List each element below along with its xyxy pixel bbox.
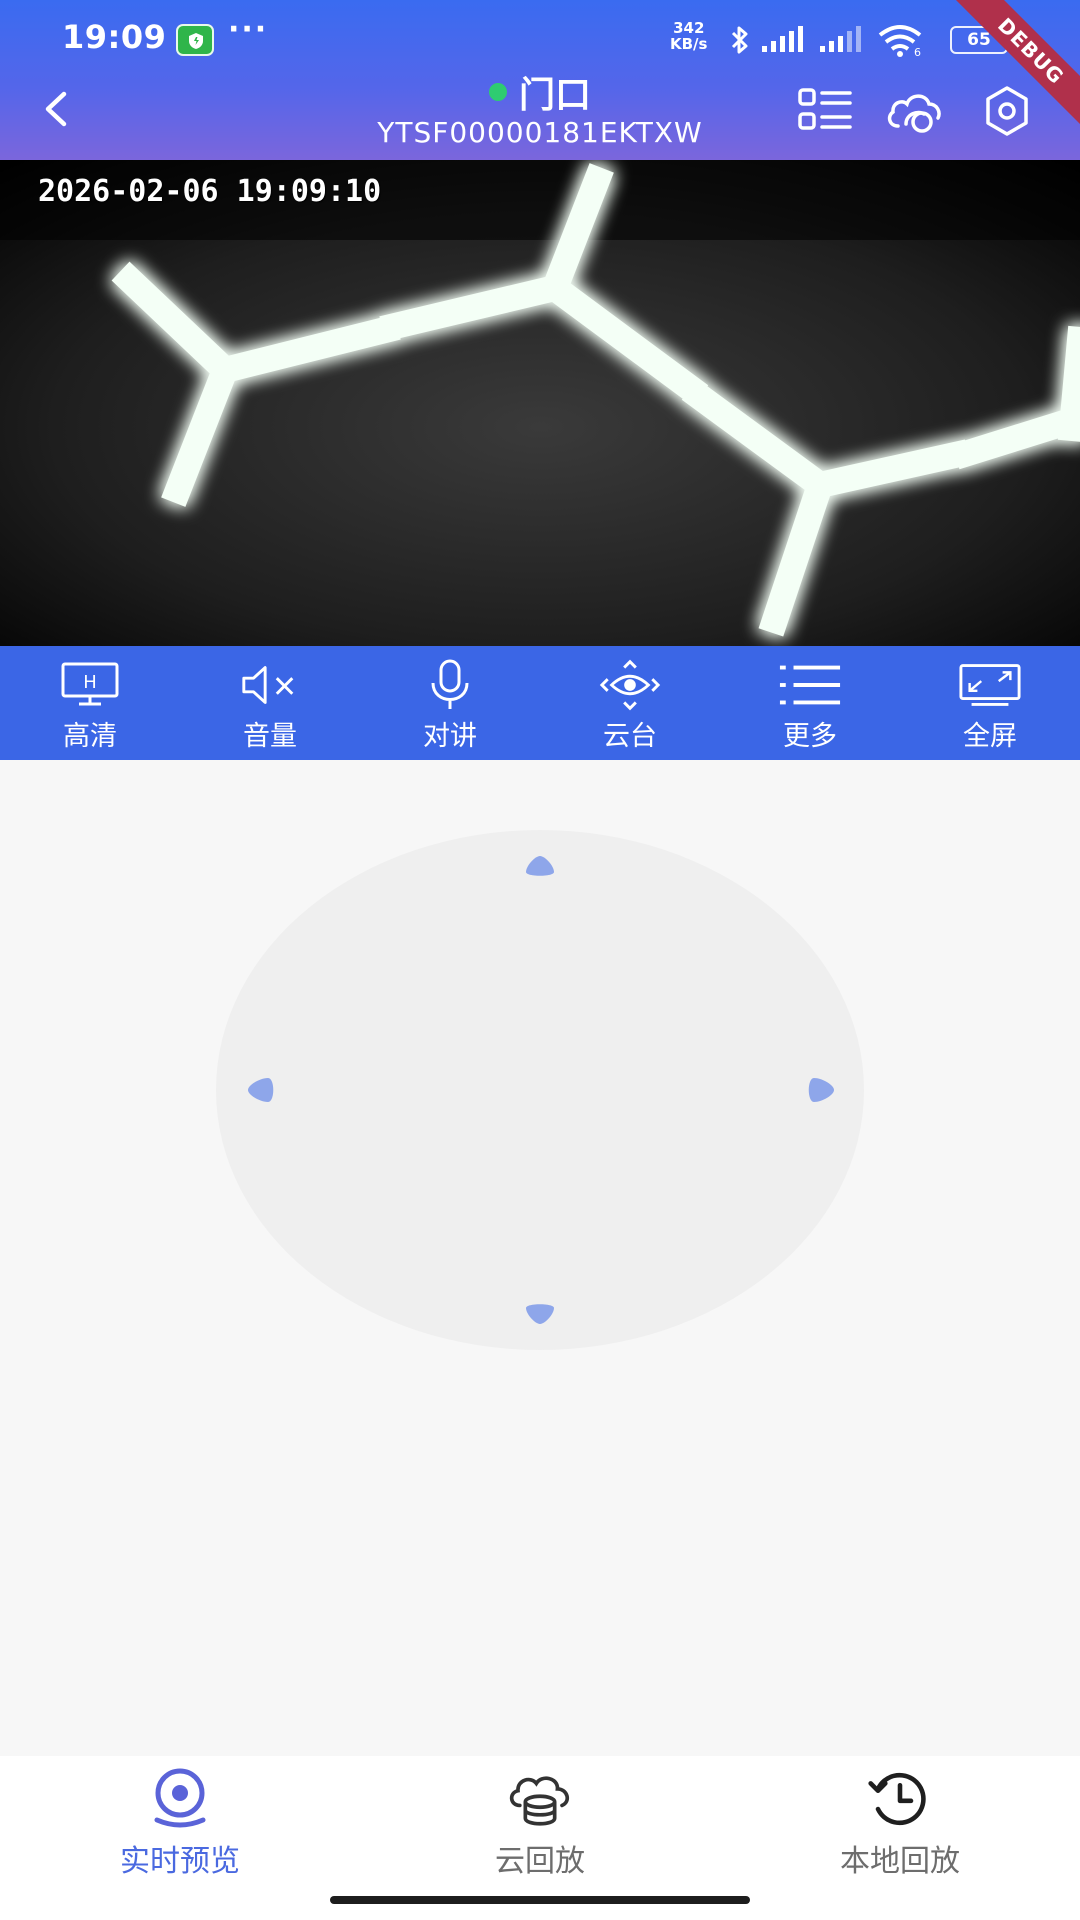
wifi-label: 6 [914,46,921,57]
online-status-dot [488,83,507,101]
title-bar: 门口 YTSF00000181EKTXW [0,66,1080,160]
ptz-icon [599,659,661,711]
security-app-icon [176,24,214,56]
cloud-icon [887,94,941,133]
page-title: 门口 [518,75,591,116]
net-speed-value: 342 [673,19,705,37]
ptz-control-pad[interactable] [216,830,864,1350]
back-button[interactable] [36,84,76,134]
signal-2-icon [820,26,861,52]
video-frame-image [0,160,1080,646]
home-indicator[interactable] [330,1896,750,1904]
microphone-icon [431,659,469,709]
video-timestamp: 2026-02-06 19:09:10 [38,174,382,209]
bluetooth-icon [731,26,748,54]
cloud-button[interactable] [884,84,942,138]
svg-text:H: H [83,672,97,693]
hd-button[interactable]: H 高清 [0,646,180,760]
nav-live-preview[interactable]: 实时预览 [0,1756,360,1920]
fullscreen-icon [959,664,1021,706]
hd-monitor-icon: H [61,662,119,706]
ptz-label: 云台 [603,721,657,752]
more-notifications-icon: ··· [228,12,269,47]
volume-button[interactable]: 音量 [180,646,360,760]
fullscreen-button[interactable]: 全屏 [900,646,1080,760]
more-label: 更多 [783,721,837,752]
camera-live-screen: 19:09 ··· 342 KB/s 6 65 DEBUG 门口 YTSF000… [0,0,1080,1920]
volume-label: 音量 [243,721,297,752]
history-icon [868,1772,926,1826]
device-id: YTSF00000181EKTXW [377,116,703,149]
net-speed: 342 KB/s [670,20,707,52]
fullscreen-label: 全屏 [963,721,1017,752]
ptz-right-arrow[interactable] [806,1078,836,1102]
wifi-icon: 6 [878,25,922,57]
device-list-button[interactable] [796,84,854,138]
live-camera-icon [154,1768,206,1828]
settings-icon [986,86,1028,136]
list-icon [798,88,852,130]
signal-1-icon [762,26,803,52]
volume-muted-icon [242,666,294,704]
nav-cloud-playback-label: 云回放 [495,1844,585,1879]
nav-local-playback-label: 本地回放 [840,1844,960,1879]
intercom-button[interactable]: 对讲 [360,646,540,760]
status-icons: 6 [728,22,924,58]
ptz-button[interactable]: 云台 [540,646,720,760]
video-toolbar: H 高清 音量 对讲 云台 更多 全屏 [0,646,1080,760]
status-time: 19:09 [62,18,167,56]
chevron-left-icon [45,91,67,127]
settings-button[interactable] [978,84,1036,138]
device-title: 门口 YTSF00000181EKTXW [290,70,790,149]
ptz-up-arrow[interactable] [525,854,555,878]
header: 19:09 ··· 342 KB/s 6 65 DEBUG 门口 YTSF000… [0,0,1080,160]
intercom-label: 对讲 [423,721,477,752]
cloud-storage-icon [509,1776,570,1826]
more-list-icon [779,665,841,705]
nav-live-preview-label: 实时预览 [120,1844,240,1879]
more-button[interactable]: 更多 [720,646,900,760]
hd-label: 高清 [63,721,117,752]
ptz-down-arrow[interactable] [525,1302,555,1326]
live-video-view[interactable]: 2026-02-06 19:09:10 [0,160,1080,646]
nav-local-playback[interactable]: 本地回放 [720,1756,1080,1920]
ptz-left-arrow[interactable] [246,1078,276,1102]
net-speed-unit: KB/s [670,35,708,53]
